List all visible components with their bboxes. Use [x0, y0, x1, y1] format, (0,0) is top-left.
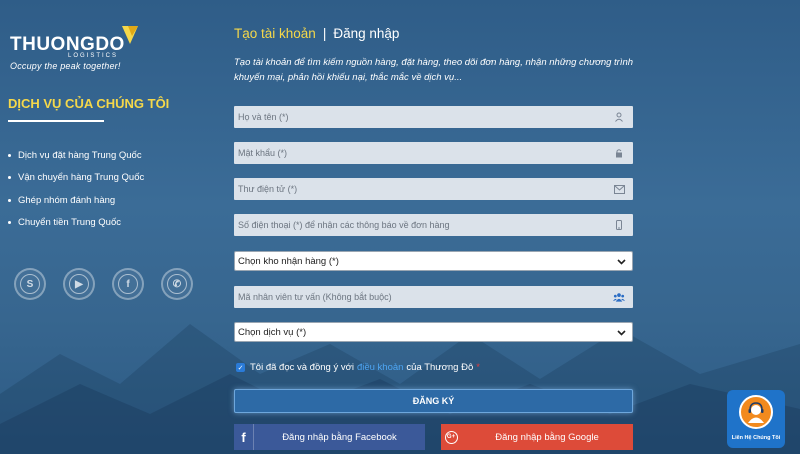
- whatsapp-icon[interactable]: ✆: [161, 268, 193, 300]
- facebook-icon[interactable]: f: [112, 268, 144, 300]
- logo-mark-icon: [122, 26, 138, 44]
- facebook-glyph: f: [118, 274, 138, 294]
- facebook-login-button[interactable]: f Đăng nhập bằng Facebook: [234, 424, 425, 450]
- skype-icon[interactable]: S: [14, 268, 46, 300]
- phone-placeholder: Số điện thoại (*) để nhận các thông báo …: [238, 220, 450, 230]
- skype-glyph: S: [20, 274, 40, 294]
- youtube-glyph: ▶: [69, 274, 89, 294]
- tab-register[interactable]: Tạo tài khoản: [234, 26, 316, 41]
- phone-field[interactable]: Số điện thoại (*) để nhận các thông báo …: [234, 214, 633, 236]
- whatsapp-glyph: ✆: [167, 274, 187, 294]
- password-field[interactable]: Mật khẩu (*): [234, 142, 633, 164]
- support-agent-icon: [739, 395, 773, 429]
- service-item-group-order[interactable]: Ghép nhóm đánh hàng: [8, 189, 144, 212]
- google-plus-icon: G+: [441, 424, 461, 450]
- users-icon: [613, 291, 625, 303]
- chevron-down-icon: [617, 252, 626, 270]
- fullname-placeholder: Họ và tên (*): [238, 112, 289, 122]
- auth-tabs: Tạo tài khoản | Đăng nhập: [234, 26, 399, 41]
- terms-prefix: Tôi đã đọc và đồng ý với: [250, 362, 354, 373]
- terms-agreement: ✓ Tôi đã đọc và đồng ý với điều khoản củ…: [236, 362, 480, 373]
- register-button[interactable]: ĐĂNG KÝ: [234, 389, 633, 413]
- contact-us-widget[interactable]: Liên Hệ Chúng Tôi: [727, 390, 785, 448]
- email-placeholder: Thư điện tử (*): [238, 184, 298, 194]
- brand-tagline: Occupy the peak together!: [10, 61, 121, 71]
- warehouse-select-value: Chọn kho nhận hàng (*): [238, 255, 339, 267]
- advisor-code-field[interactable]: Mã nhân viên tư vấn (Không bắt buộc): [234, 286, 633, 308]
- youtube-icon[interactable]: ▶: [63, 268, 95, 300]
- advisor-placeholder: Mã nhân viên tư vấn (Không bắt buộc): [238, 292, 392, 302]
- intro-text: Tạo tài khoản để tìm kiếm nguồn hàng, đặ…: [234, 57, 634, 83]
- required-mark: *: [476, 362, 480, 373]
- chevron-down-icon: [617, 323, 626, 341]
- lock-icon: [613, 147, 625, 159]
- services-divider: [8, 120, 104, 122]
- service-item-shipping[interactable]: Vận chuyển hàng Trung Quốc: [8, 167, 144, 190]
- services-list: Dịch vụ đặt hàng Trung Quốc Vận chuyển h…: [8, 144, 144, 234]
- phone-icon: [613, 219, 625, 231]
- password-placeholder: Mật khẩu (*): [238, 148, 288, 158]
- service-select-value: Chọn dịch vụ (*): [238, 326, 307, 338]
- social-links: S ▶ f ✆: [14, 268, 193, 300]
- brand-sub: LOGISTICS: [68, 53, 119, 59]
- google-login-label: Đăng nhập bằng Google: [495, 431, 599, 443]
- contact-us-label: Liên Hệ Chúng Tôi: [731, 435, 781, 441]
- terms-suffix: của Thương Đô: [406, 362, 474, 373]
- service-select[interactable]: Chọn dịch vụ (*): [234, 322, 633, 342]
- service-item-ordering[interactable]: Dịch vụ đặt hàng Trung Quốc: [8, 144, 144, 167]
- fullname-field[interactable]: Họ và tên (*): [234, 106, 633, 128]
- facebook-login-label: Đăng nhập bằng Facebook: [282, 431, 397, 443]
- tab-separator: |: [322, 26, 327, 41]
- user-icon: [613, 111, 625, 123]
- tab-login[interactable]: Đăng nhập: [333, 26, 399, 41]
- service-item-money-transfer[interactable]: Chuyển tiền Trung Quốc: [8, 212, 144, 235]
- google-login-button[interactable]: G+ Đăng nhập bằng Google: [441, 424, 633, 450]
- facebook-icon: f: [234, 424, 254, 450]
- warehouse-select[interactable]: Chọn kho nhận hàng (*): [234, 251, 633, 271]
- terms-checkbox[interactable]: ✓: [236, 363, 245, 372]
- services-title: DỊCH VỤ CỦA CHÚNG TÔI: [8, 96, 170, 111]
- envelope-icon: [613, 183, 625, 195]
- email-field[interactable]: Thư điện tử (*): [234, 178, 633, 200]
- terms-link[interactable]: điều khoản: [357, 362, 403, 373]
